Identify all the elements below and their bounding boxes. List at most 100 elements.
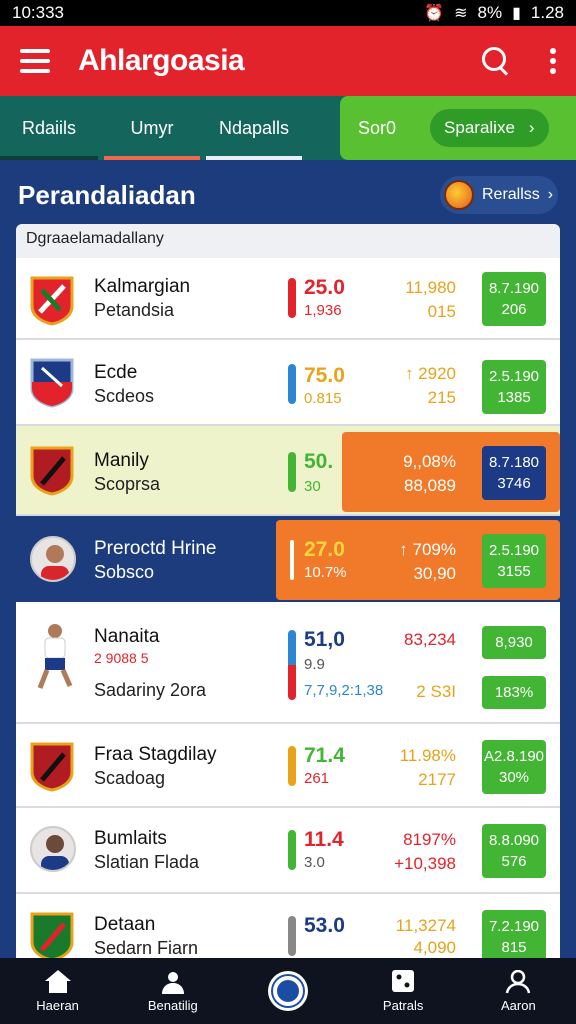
table-row-highlighted[interactable]: Manily Scoprsa 50. 30 9,,08% 88,089 8.7.…	[16, 426, 560, 516]
row-bar	[288, 278, 296, 318]
tab-label: Umyr	[130, 117, 174, 138]
wifi-icon: ≋	[454, 5, 468, 22]
tab-ndapalls[interactable]: Ndapalls	[206, 96, 302, 160]
player-avatar	[30, 826, 76, 872]
row-stat-box: 7.2.190 815	[482, 910, 546, 958]
row-score-sub: 1,936	[304, 302, 342, 319]
nav-home[interactable]: Haeran	[8, 969, 108, 1013]
box-value-1: A2.8.190	[483, 748, 545, 765]
club-crest-icon	[30, 276, 74, 326]
row-bar	[288, 746, 296, 786]
nav-patrals[interactable]: Patrals	[353, 969, 453, 1013]
table-row[interactable]: Detaan Sedarn Fiarn 53.0 11,3274 4,090 7…	[16, 894, 560, 958]
player-figure-icon	[37, 624, 73, 689]
nav-benatilig[interactable]: Benatilig	[123, 970, 223, 1013]
row-stat2: 015	[427, 302, 456, 321]
row-sub: Sobsco	[94, 562, 155, 582]
row-name: Kalmargian	[94, 276, 191, 297]
row-sub: Petandsia	[94, 300, 175, 320]
results-button[interactable]: Rerallss ›	[440, 176, 558, 214]
row-score: 71.4	[304, 744, 345, 767]
section-title: Perandaliadan	[18, 180, 196, 210]
box-value-1: 8,930	[495, 634, 533, 651]
row-name: Detaan	[94, 914, 156, 935]
menu-icon[interactable]	[20, 49, 50, 73]
status-time: 10:333	[12, 3, 64, 22]
row-stat-box: 8.8.090 576	[482, 824, 546, 878]
row-stat1: ↑ 2920	[404, 364, 456, 383]
row-name: Manily	[94, 450, 149, 471]
row-sub: Sedarn Fiarn	[94, 938, 199, 958]
box-value-1: 8.7.180	[488, 454, 540, 471]
row-name: Nanaita	[94, 626, 160, 647]
chevron-right-icon: ›	[547, 186, 554, 203]
table-row[interactable]: Bumlaits Slatian Flada 11.4 3.0 8197% +1…	[16, 808, 560, 894]
box-value-1: 2.5.190	[488, 368, 540, 385]
row-stat-box: 2.5.190 3155	[482, 534, 546, 588]
sparalixe-button[interactable]: Sparalixe ›	[430, 109, 549, 147]
nav-center[interactable]	[238, 971, 338, 1011]
row-score-sub-2: 7,7,9,2:1,38	[304, 682, 384, 699]
row-bar	[288, 452, 296, 492]
tab-sor0[interactable]: Sor0 Sparalixe ›	[340, 96, 576, 160]
row-stat2: +10,398	[394, 854, 456, 873]
battery-icon: ▮	[512, 5, 521, 22]
row-score: 11.4	[304, 828, 344, 851]
tab-umyr[interactable]: Umyr	[104, 96, 200, 160]
table-row[interactable]: Kalmargian Petandsia 25.0 1,936 11,980 0…	[16, 258, 560, 340]
nav-label: Benatilig	[147, 997, 198, 1013]
nav-profile[interactable]: Aaron	[468, 969, 568, 1013]
box-value-2: 206	[501, 301, 527, 318]
table-row[interactable]: Fraa Stagdilay Scadoag 71.4 261 11.98% 2…	[16, 724, 560, 808]
pill-label: Sparalixe	[444, 118, 515, 137]
box-value-2: 3155	[497, 563, 531, 580]
table-row[interactable]: Ecde Scdeos 75.0 0.815 ↑ 2920 215 2.5.19…	[16, 340, 560, 426]
club-crest-icon	[30, 742, 74, 792]
dice-icon	[392, 969, 415, 992]
row-name: Ecde	[94, 362, 138, 383]
row-stat-box: 8.7.190 206	[482, 272, 546, 326]
row-stat-box: 8.7.180 3746	[482, 446, 546, 500]
tab-rdaiils[interactable]: Rdaiils	[0, 96, 98, 160]
row-stat1: 9,,08%	[403, 452, 456, 471]
box-value-2: 1385	[497, 389, 531, 406]
row-score: 51,0	[304, 628, 345, 651]
row-score-sub: 3.0	[304, 854, 325, 871]
alarm-icon: ⏰	[424, 5, 445, 22]
table-row[interactable]: Nanaita 2 9088 5 Sadariny 2ora 51,0 9.9 …	[16, 602, 560, 724]
row-score: 75.0	[304, 364, 345, 387]
row-bar	[288, 916, 296, 956]
row-score-sub: 30	[304, 478, 321, 495]
more-options-icon[interactable]	[550, 48, 556, 74]
app-bar: Ahlargoasia	[0, 26, 576, 96]
box-value-2: 30%	[498, 769, 530, 786]
ball-icon	[444, 180, 474, 210]
row-score: 25.0	[304, 276, 345, 299]
results-label: Rerallss	[482, 186, 540, 203]
row-stat-box-1: 8,930	[482, 626, 546, 659]
app-title: Ahlargoasia	[78, 44, 245, 77]
row-stat-box: 2.5.190 1385	[482, 360, 546, 414]
row-name: Bumlaits	[94, 828, 167, 849]
search-icon[interactable]	[482, 47, 510, 75]
table-row-selected[interactable]: Preroctd Hrine Sobsco 27.0 10.7% ↑ 709% …	[16, 516, 560, 602]
row-stat1: 11.98%	[399, 746, 456, 765]
row-extra: 2 9088 5	[94, 650, 149, 666]
row-stat2: 215	[427, 388, 456, 407]
player-avatar	[30, 536, 76, 582]
center-logo-icon	[267, 971, 308, 1011]
row-bar	[290, 540, 294, 580]
home-icon	[44, 969, 71, 994]
row-bar	[288, 364, 296, 404]
nav-label: Haeran	[36, 997, 79, 1013]
tab-label: Sor0	[358, 117, 397, 138]
row-stat1: ↑ 709%	[399, 540, 456, 559]
row-stat1: 8197%	[403, 830, 456, 849]
box-value-1: 2.5.190	[488, 542, 540, 559]
row-stat-box: A2.8.190 30%	[482, 740, 546, 794]
row-score-sub: 10.7%	[304, 564, 347, 581]
row-bar	[288, 630, 296, 700]
club-crest-icon	[30, 912, 74, 958]
row-score: 50.	[304, 450, 334, 473]
bottom-nav: Haeran Benatilig Patrals Aaron	[0, 958, 576, 1024]
